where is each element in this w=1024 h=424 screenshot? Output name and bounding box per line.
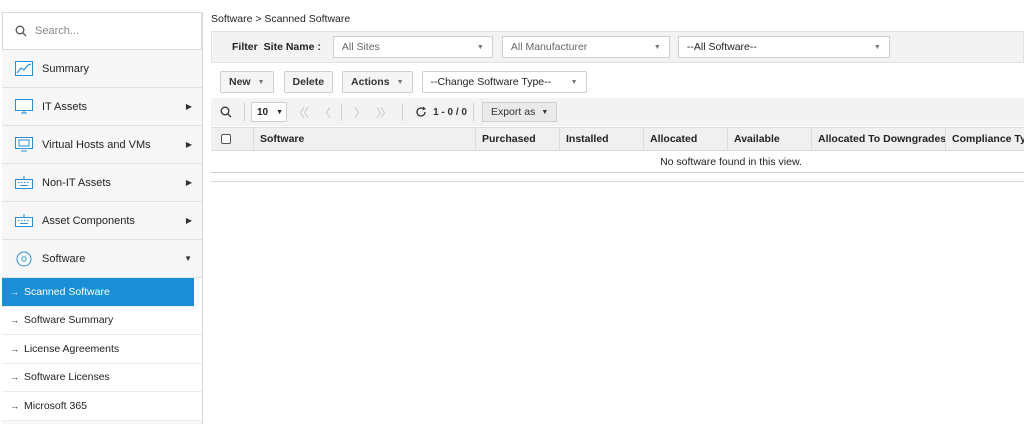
chevron-down-icon: ▼ xyxy=(257,78,265,86)
next-page-icon[interactable]: 〉 xyxy=(354,104,366,121)
delete-button-label: Delete xyxy=(292,76,325,88)
chevron-right-icon: ▶ xyxy=(185,140,192,149)
search-input[interactable]: Search... xyxy=(2,12,202,50)
page-count: 1 - 0 / 0 xyxy=(433,106,467,118)
divider xyxy=(402,103,404,121)
keyboard-icon xyxy=(14,175,34,191)
new-button[interactable]: New ▼ xyxy=(220,71,274,93)
checkbox-icon xyxy=(221,134,231,144)
arrow-right-icon: → xyxy=(10,286,19,297)
export-label: Export as xyxy=(490,106,536,118)
page-size-value: 10 xyxy=(257,106,269,118)
arrow-right-icon: → xyxy=(10,372,19,383)
submenu-item-software-licenses[interactable]: → Software Licenses xyxy=(2,364,202,392)
software-table: Software Purchased Installed Allocated A… xyxy=(211,127,1024,182)
column-header-available[interactable]: Available xyxy=(728,128,812,150)
search-placeholder: Search... xyxy=(35,25,80,37)
change-type-value: --Change Software Type-- xyxy=(430,76,552,88)
sidebar: Search... Summary IT Assets ▶ Virtual Ho… xyxy=(2,12,203,424)
sidebar-item-it-assets[interactable]: IT Assets ▶ xyxy=(2,88,202,126)
chevron-down-icon: ▼ xyxy=(570,78,578,86)
divider xyxy=(472,103,474,121)
filter-bar: Filter Site Name : All Sites ▼ All Manuf… xyxy=(211,31,1024,63)
chevron-down-icon: ▼ xyxy=(276,108,283,116)
new-button-label: New xyxy=(229,76,251,88)
submenu-item-software-summary[interactable]: → Software Summary xyxy=(2,307,202,335)
submenu-item-label: License Agreements xyxy=(24,342,120,355)
arrow-right-icon: → xyxy=(10,343,19,354)
change-software-type-select[interactable]: --Change Software Type-- ▼ xyxy=(421,71,587,93)
site-select[interactable]: All Sites ▼ xyxy=(332,36,493,58)
software-submenu: → Scanned Software → Software Summary → … xyxy=(2,278,202,421)
chevron-right-icon: ▶ xyxy=(185,178,192,187)
submenu-item-label: Scanned Software xyxy=(24,285,110,298)
export-as-button[interactable]: Export as ▼ xyxy=(481,102,558,122)
column-header-allocated[interactable]: Allocated xyxy=(644,128,728,150)
vm-icon xyxy=(14,137,34,153)
submenu-item-label: Software Licenses xyxy=(24,371,110,384)
sidebar-item-non-it-assets[interactable]: Non-IT Assets ▶ xyxy=(2,164,202,202)
sidebar-item-software[interactable]: Software ▼ xyxy=(2,240,202,278)
page-size-select[interactable]: 10 ▼ xyxy=(251,102,287,122)
divider xyxy=(211,173,1024,182)
chevron-down-icon: ▼ xyxy=(873,43,881,51)
first-page-icon[interactable]: 〈〈 xyxy=(293,104,309,121)
refresh-icon[interactable] xyxy=(415,106,427,118)
filter-label: Filter xyxy=(232,41,258,53)
chevron-down-icon: ▼ xyxy=(184,254,192,263)
sidebar-item-label: Non-IT Assets xyxy=(42,176,111,189)
submenu-item-label: Software Summary xyxy=(24,314,114,327)
column-header-compliance-type[interactable]: Compliance Type xyxy=(946,128,1024,150)
column-header-installed[interactable]: Installed xyxy=(560,128,644,150)
keyboard-icon xyxy=(14,213,34,229)
sidebar-item-label: Asset Components xyxy=(42,214,135,227)
column-header-allocated-to-downgrades[interactable]: Allocated To Downgrades xyxy=(812,128,946,150)
delete-button[interactable]: Delete xyxy=(283,71,334,93)
chevron-right-icon: ▶ xyxy=(185,102,192,111)
actions-button[interactable]: Actions ▼ xyxy=(342,71,413,93)
disc-icon xyxy=(14,251,34,267)
sidebar-item-summary[interactable]: Summary xyxy=(2,50,202,88)
toolbar: New ▼ Delete Actions ▼ --Change Software… xyxy=(211,66,1024,98)
select-all-checkbox[interactable] xyxy=(211,128,254,150)
software-select-value: --All Software-- xyxy=(686,41,757,53)
divider xyxy=(341,103,343,121)
arrow-right-icon: → xyxy=(10,315,19,326)
last-page-icon[interactable]: 〉〉 xyxy=(376,104,392,121)
software-select[interactable]: --All Software-- ▼ xyxy=(677,36,890,58)
actions-button-label: Actions xyxy=(351,76,390,88)
pager-bar: 10 ▼ 〈〈 〈 〉 〉〉 1 - 0 / 0 Export as ▼ xyxy=(211,98,1024,126)
search-icon xyxy=(15,25,27,37)
submenu-item-scanned-software[interactable]: → Scanned Software xyxy=(2,278,194,307)
submenu-item-license-agreements[interactable]: → License Agreements xyxy=(2,335,202,364)
manufacturer-select-value: All Manufacturer xyxy=(510,41,588,53)
chevron-down-icon: ▼ xyxy=(541,108,549,116)
empty-message: No software found in this view. xyxy=(211,151,1024,173)
manufacturer-select[interactable]: All Manufacturer ▼ xyxy=(501,36,670,58)
sidebar-item-virtual-hosts[interactable]: Virtual Hosts and VMs ▶ xyxy=(2,126,202,164)
chevron-down-icon: ▼ xyxy=(396,78,404,86)
breadcrumb: Software > Scanned Software xyxy=(211,13,351,25)
prev-page-icon[interactable]: 〈 xyxy=(319,104,331,121)
column-header-software[interactable]: Software xyxy=(254,128,476,150)
chevron-down-icon: ▼ xyxy=(476,43,484,51)
arrow-right-icon: → xyxy=(10,400,19,411)
site-name-label: Site Name : xyxy=(263,41,321,53)
submenu-item-microsoft-365[interactable]: → Microsoft 365 xyxy=(2,392,202,421)
search-icon[interactable] xyxy=(220,106,232,118)
chevron-down-icon: ▼ xyxy=(653,43,661,51)
sidebar-item-asset-components[interactable]: Asset Components ▶ xyxy=(2,202,202,240)
submenu-item-label: Microsoft 365 xyxy=(24,399,88,412)
sidebar-item-label: Software xyxy=(42,252,86,265)
divider xyxy=(244,103,245,121)
monitor-icon xyxy=(14,99,34,115)
sidebar-item-label: Summary xyxy=(42,62,90,75)
chevron-right-icon: ▶ xyxy=(185,216,192,225)
table-header: Software Purchased Installed Allocated A… xyxy=(211,127,1024,151)
site-select-value: All Sites xyxy=(341,41,380,53)
sidebar-item-label: IT Assets xyxy=(42,100,88,113)
sidebar-item-label: Virtual Hosts and VMs xyxy=(42,138,151,151)
chart-icon xyxy=(14,61,34,77)
column-header-purchased[interactable]: Purchased xyxy=(476,128,560,150)
